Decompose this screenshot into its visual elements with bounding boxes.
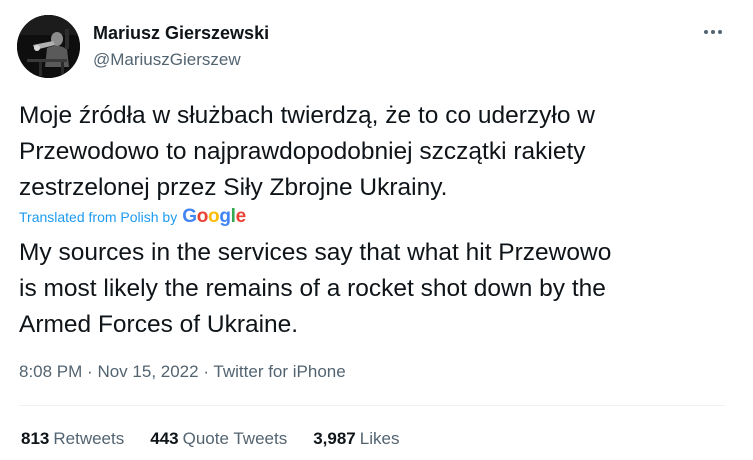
separator: ·: [87, 362, 93, 381]
likes-count: 3,987: [313, 429, 356, 448]
quote-tweets-stat[interactable]: 443 Quote Tweets: [150, 429, 287, 449]
likes-stat[interactable]: 3,987 Likes: [313, 429, 399, 449]
retweets-count: 813: [21, 429, 50, 448]
translation-attribution[interactable]: Translated from Polish by Google: [19, 206, 246, 228]
retweets-label: Retweets: [53, 429, 125, 448]
separator: ·: [203, 362, 209, 381]
quote-tweets-label: Quote Tweets: [182, 429, 288, 448]
tweet-source[interactable]: Twitter for iPhone: [213, 362, 345, 381]
author-handle[interactable]: @MariuszGierszew: [93, 50, 241, 70]
author-name[interactable]: Mariusz Gierszewski: [93, 23, 269, 44]
tweet-date[interactable]: Nov 15, 2022: [97, 362, 198, 381]
google-logo: Google: [182, 206, 246, 227]
avatar-photo: [17, 15, 80, 78]
tweet-original-text: Moje źródła w służbach twierdzą, że to c…: [19, 102, 596, 201]
tweet-time[interactable]: 8:08 PM: [19, 362, 82, 381]
translated-from-label[interactable]: Translated from Polish by: [19, 209, 177, 225]
more-horizontal-icon[interactable]: [700, 22, 726, 42]
tweet-stats: 813 Retweets 443 Quote Tweets 3,987 Likes: [21, 429, 425, 449]
tweet-card: Mariusz Gierszewski @MariuszGierszew Moj…: [0, 0, 753, 460]
likes-label: Likes: [359, 429, 400, 448]
tweet-translation-text: My sources in the services say that what…: [19, 239, 612, 338]
quote-tweets-count: 443: [150, 429, 179, 448]
retweets-stat[interactable]: 813 Retweets: [21, 429, 124, 449]
avatar[interactable]: [17, 15, 80, 78]
tweet-metadata: 8:08 PM · Nov 15, 2022 · Twitter for iPh…: [19, 362, 346, 382]
divider: [19, 405, 725, 406]
